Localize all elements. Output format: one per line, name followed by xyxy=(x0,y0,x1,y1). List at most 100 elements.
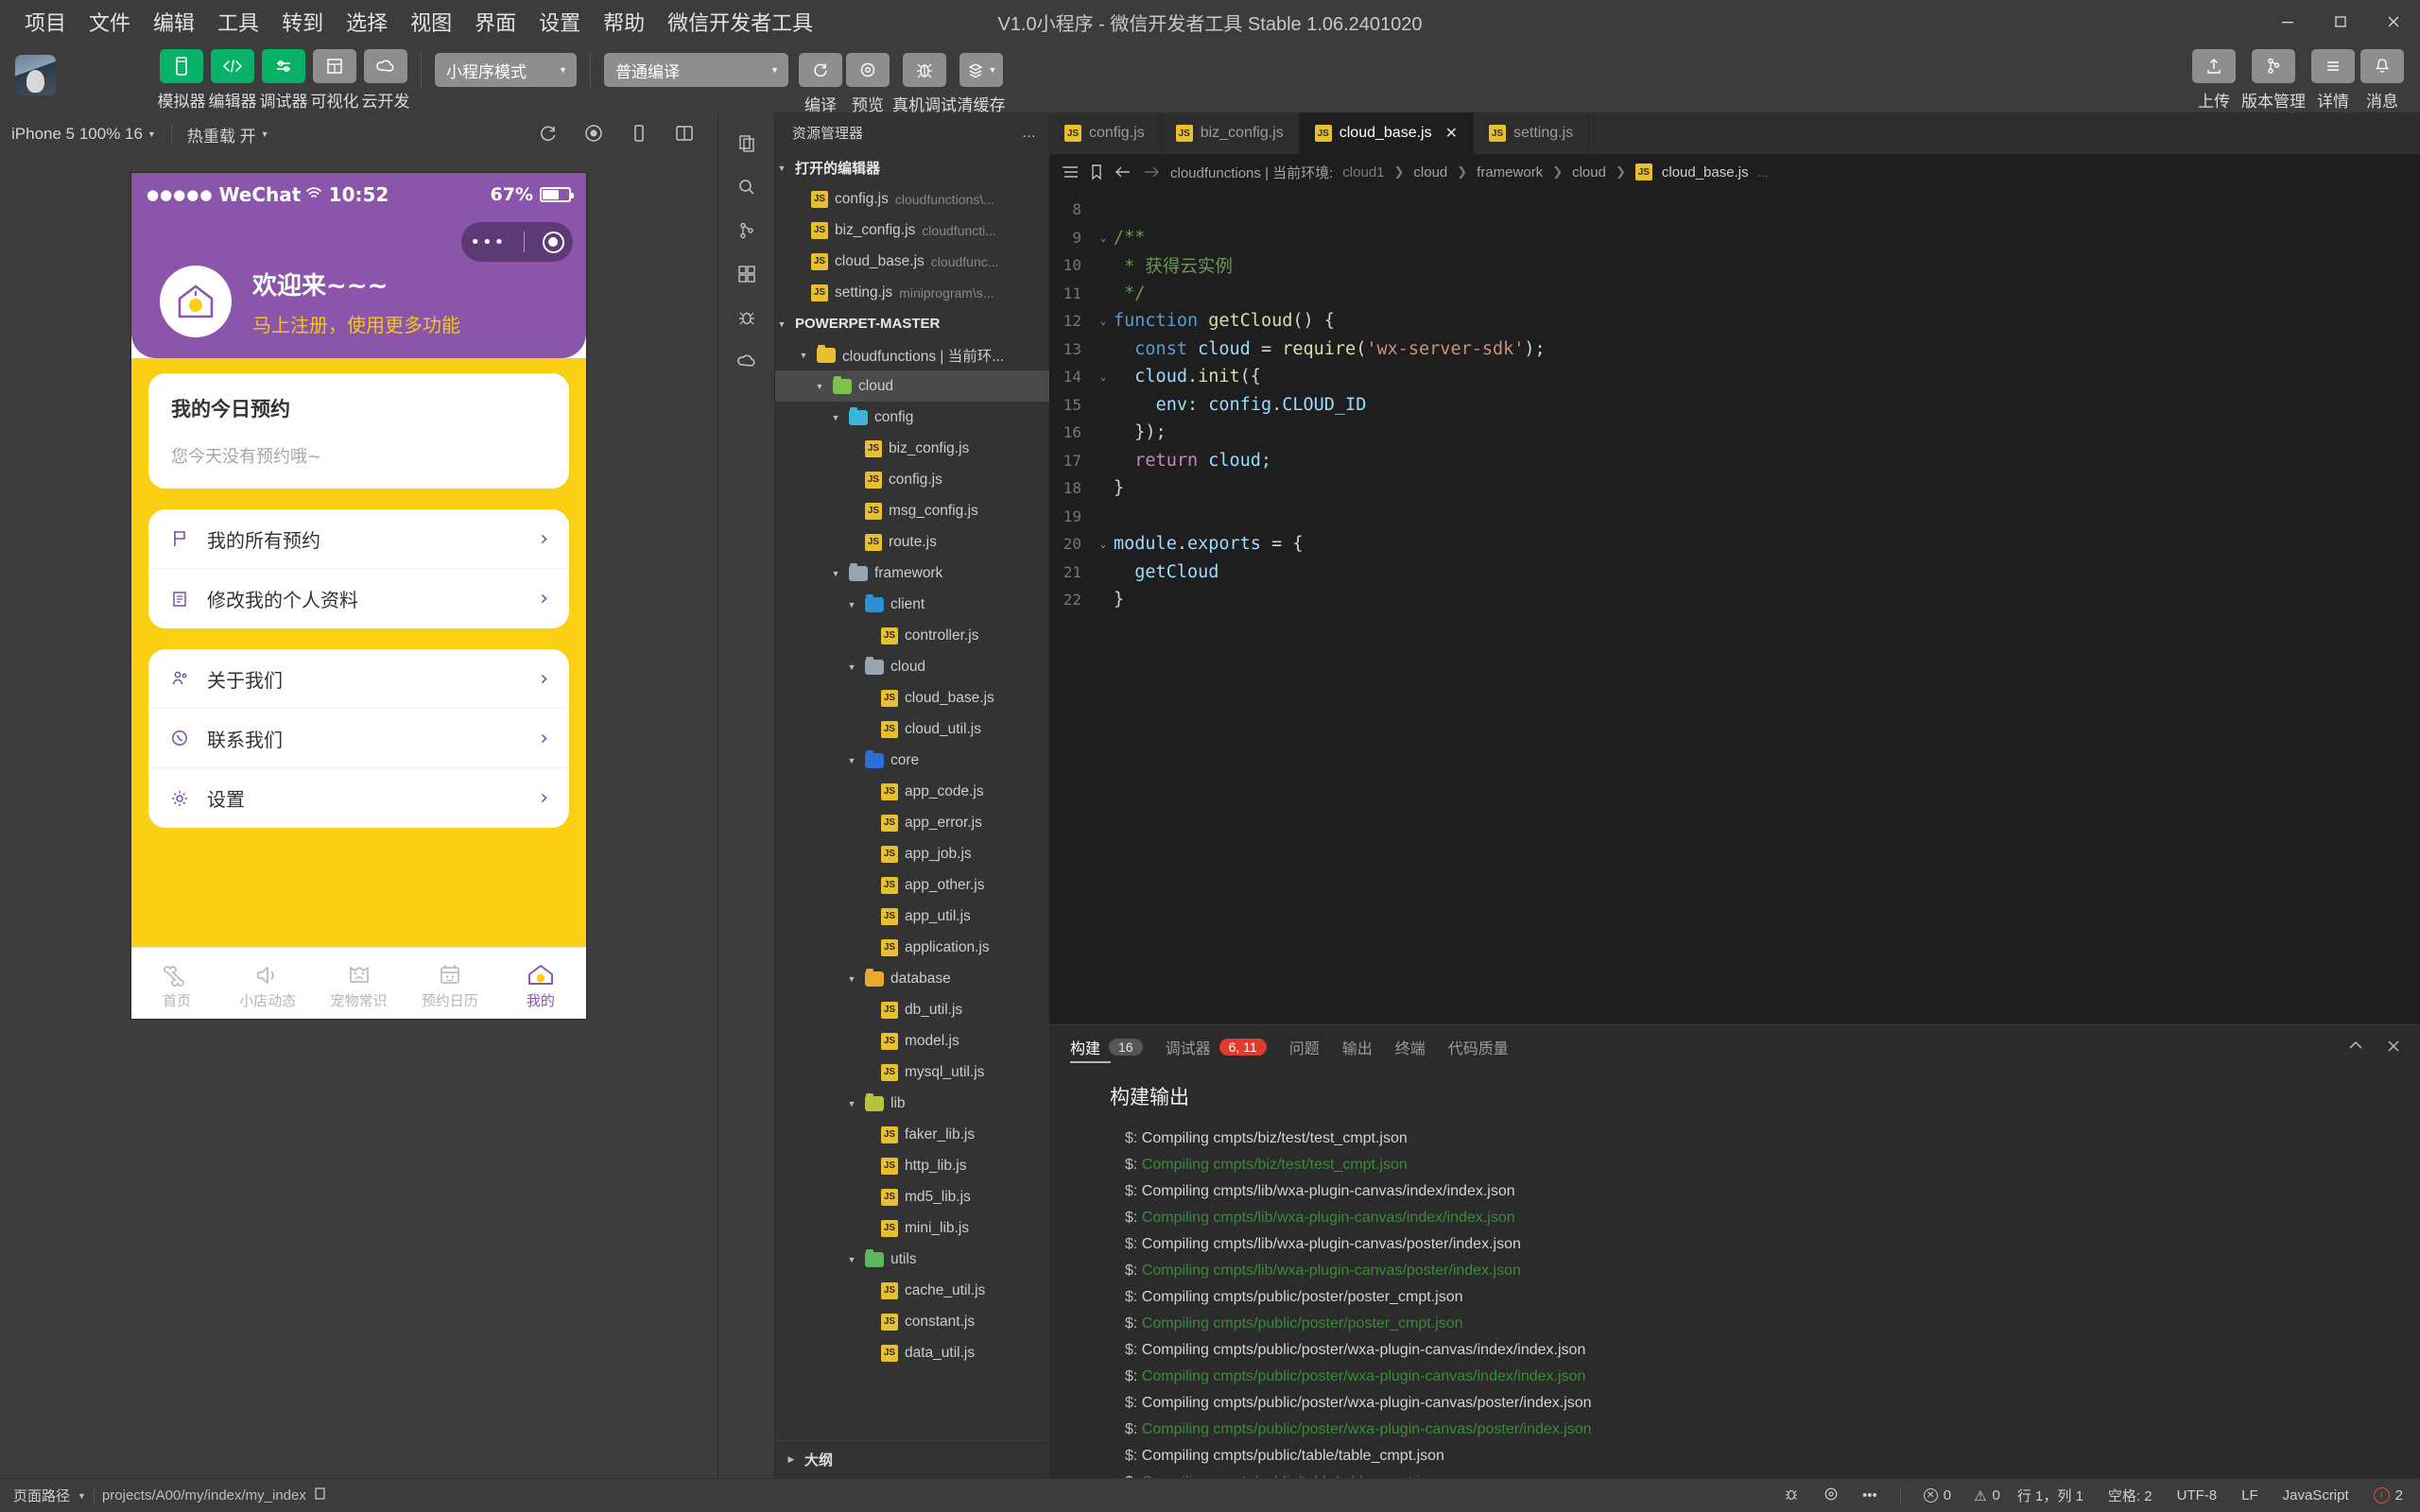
tree-file-item[interactable]: ▼JScache_util.js xyxy=(775,1275,1049,1306)
tree-file-item[interactable]: ▼JSmini_lib.js xyxy=(775,1212,1049,1244)
section-project[interactable]: ▼ POWERPET-MASTER xyxy=(775,308,1049,339)
eye-icon[interactable] xyxy=(1823,1486,1840,1506)
breadcrumb-segment[interactable]: cloud xyxy=(1413,164,1447,180)
editor-tab-0[interactable]: JS config.js xyxy=(1049,112,1161,154)
tree-file-item[interactable]: ▼JSapp_job.js xyxy=(775,838,1049,869)
more-dots-icon[interactable]: ••• xyxy=(470,232,506,252)
tree-file-item[interactable]: ▼JSmd5_lib.js xyxy=(775,1181,1049,1212)
list-item[interactable]: 我的所有预约 › xyxy=(148,509,569,569)
action-upload[interactable]: 上传 xyxy=(2191,49,2237,112)
list-item[interactable]: 设置 › xyxy=(148,768,569,828)
menu-item-2[interactable]: 编辑 xyxy=(142,5,206,39)
menu-item-7[interactable]: 界面 xyxy=(463,5,527,39)
tree-folder-item[interactable]: ▼ database xyxy=(775,963,1049,994)
device-selector[interactable]: iPhone 5 100% 16 ▼ xyxy=(11,125,156,144)
section-open-editors[interactable]: ▼ 打开的编辑器 xyxy=(775,152,1049,183)
close-icon[interactable]: ✕ xyxy=(1445,124,1458,143)
menu-item-1[interactable]: 文件 xyxy=(78,5,142,39)
tree-file-item[interactable]: ▼JScloud_util.js xyxy=(775,713,1049,745)
fold-toggle-icon[interactable]: ⌄ xyxy=(1093,538,1114,550)
menu-item-6[interactable]: 视图 xyxy=(399,5,463,39)
open-editor-item[interactable]: JS config.js cloudfunctions\... xyxy=(775,183,1049,215)
bug-icon[interactable] xyxy=(1783,1486,1800,1506)
copy-icon[interactable] xyxy=(314,1486,328,1505)
close-capsule-icon[interactable] xyxy=(542,231,564,253)
open-editor-item[interactable]: JS biz_config.js cloudfuncti... xyxy=(775,215,1049,246)
action-realdevice-debug[interactable]: 真机调试 xyxy=(892,53,957,115)
rotate-icon[interactable] xyxy=(538,123,559,146)
fold-toggle-icon[interactable]: ⌄ xyxy=(1093,370,1114,383)
fold-toggle-icon[interactable]: ⌄ xyxy=(1093,315,1114,327)
cursor-position[interactable]: 行 1，列 1 xyxy=(2017,1486,2083,1505)
more-icon[interactable]: ••• xyxy=(1862,1487,1877,1503)
chevron-down-icon[interactable]: ▼ xyxy=(813,382,826,391)
list-item[interactable]: 修改我的个人资料 › xyxy=(148,569,569,628)
source-control-icon[interactable] xyxy=(725,209,769,252)
tree-folder-item[interactable]: ▼ cloud xyxy=(775,651,1049,682)
list-item[interactable]: 关于我们 › xyxy=(148,649,569,709)
open-editor-item[interactable]: JS setting.js miniprogram\s... xyxy=(775,277,1049,308)
breadcrumb-env[interactable]: cloud1 xyxy=(1342,164,1384,180)
search-icon[interactable] xyxy=(725,165,769,209)
tree-file-item[interactable]: ▼JSfaker_lib.js xyxy=(775,1119,1049,1150)
files-icon[interactable] xyxy=(725,122,769,165)
chevron-down-icon[interactable]: ▼ xyxy=(797,351,810,360)
forward-arrow-icon[interactable] xyxy=(1142,164,1161,180)
tree-file-item[interactable]: ▼JSapp_util.js xyxy=(775,901,1049,932)
eol[interactable]: LF xyxy=(2241,1487,2258,1503)
menu-item-5[interactable]: 选择 xyxy=(335,5,399,39)
list-icon[interactable] xyxy=(1063,163,1080,180)
tree-file-item[interactable]: ▼JSconstant.js xyxy=(775,1306,1049,1337)
action-clear-cache[interactable]: ▼ 清缓存 xyxy=(958,53,1006,115)
tree-file-item[interactable]: ▼JScontroller.js xyxy=(775,620,1049,651)
toolbar-button-debugger[interactable]: 调试器 xyxy=(260,49,308,112)
panel-tab-2[interactable]: 问题 xyxy=(1289,1025,1320,1069)
fold-toggle-icon[interactable]: ⌄ xyxy=(1093,232,1114,244)
tabbar-item-0[interactable]: 首页 xyxy=(131,948,222,1019)
explorer-more-icon[interactable]: … xyxy=(1022,125,1036,141)
errors-indicator[interactable]: ✕ 0 xyxy=(1923,1487,1951,1503)
extensions-icon[interactable] xyxy=(725,252,769,296)
maximize-icon[interactable] xyxy=(2314,0,2367,43)
tree-folder-item[interactable]: ▼ config xyxy=(775,402,1049,433)
split-icon[interactable] xyxy=(674,123,695,146)
chevron-down-icon[interactable]: ▼ xyxy=(78,1491,86,1501)
tree-file-item[interactable]: ▼JSapplication.js xyxy=(775,932,1049,963)
bookmark-icon[interactable] xyxy=(1089,163,1104,180)
breadcrumb-root[interactable]: cloudfunctions | 当前环境: xyxy=(1170,163,1333,182)
tree-file-item[interactable]: ▼JSmsg_config.js xyxy=(775,495,1049,526)
tree-file-item[interactable]: ▼JSdb_util.js xyxy=(775,994,1049,1025)
editor-tab-1[interactable]: JS biz_config.js xyxy=(1160,112,1300,154)
minimize-icon[interactable] xyxy=(2261,0,2314,43)
action-preview[interactable]: 预览 xyxy=(845,53,890,115)
chevron-down-icon[interactable]: ▼ xyxy=(845,974,858,984)
toolbar-button-editor[interactable]: 编辑器 xyxy=(209,49,257,112)
tree-folder-item[interactable]: ▼ core xyxy=(775,745,1049,776)
action-version-management[interactable]: 版本管理 xyxy=(2240,49,2307,112)
menu-item-10[interactable]: 微信开发者工具 xyxy=(656,5,824,39)
tabbar-item-2[interactable]: 宠物常识 xyxy=(313,948,404,1019)
tree-file-item[interactable]: ▼JShttp_lib.js xyxy=(775,1150,1049,1181)
tabbar-item-3[interactable]: 预约日历 xyxy=(405,948,495,1019)
tree-file-item[interactable]: ▼JSroute.js xyxy=(775,526,1049,558)
mode-select[interactable]: 小程序模式 ▼ xyxy=(435,53,577,87)
list-item[interactable]: 联系我们 › xyxy=(148,709,569,768)
debug-icon[interactable] xyxy=(725,296,769,339)
tree-file-item[interactable]: ▼JSbiz_config.js xyxy=(775,433,1049,464)
action-details[interactable]: 详情 xyxy=(2310,49,2356,112)
editor-tab-2[interactable]: JS cloud_base.js ✕ xyxy=(1299,112,1474,154)
menu-item-4[interactable]: 转到 xyxy=(270,5,335,39)
record-icon[interactable] xyxy=(583,123,604,146)
user-avatar[interactable] xyxy=(15,55,56,95)
breadcrumb-file[interactable]: cloud_base.js xyxy=(1662,164,1749,180)
tabbar-item-4[interactable]: 我的 xyxy=(495,948,586,1019)
panel-tab-0[interactable]: 构建 16 xyxy=(1070,1025,1143,1069)
close-icon[interactable] xyxy=(2386,1039,2401,1057)
open-editor-item[interactable]: JS cloud_base.js cloudfunc... xyxy=(775,246,1049,277)
menu-item-0[interactable]: 项目 xyxy=(13,5,78,39)
tree-folder-item[interactable]: ▼ cloudfunctions | 当前环... xyxy=(775,339,1049,370)
collapse-icon[interactable] xyxy=(2346,1039,2365,1057)
panel-tab-5[interactable]: 代码质量 xyxy=(1448,1025,1509,1069)
phone-preview[interactable]: ●●●●● WeChat 10:52 67% ••• 欢迎来~~~ 马上注册，使… xyxy=(131,173,586,1019)
tree-file-item[interactable]: ▼JSdata_util.js xyxy=(775,1337,1049,1368)
